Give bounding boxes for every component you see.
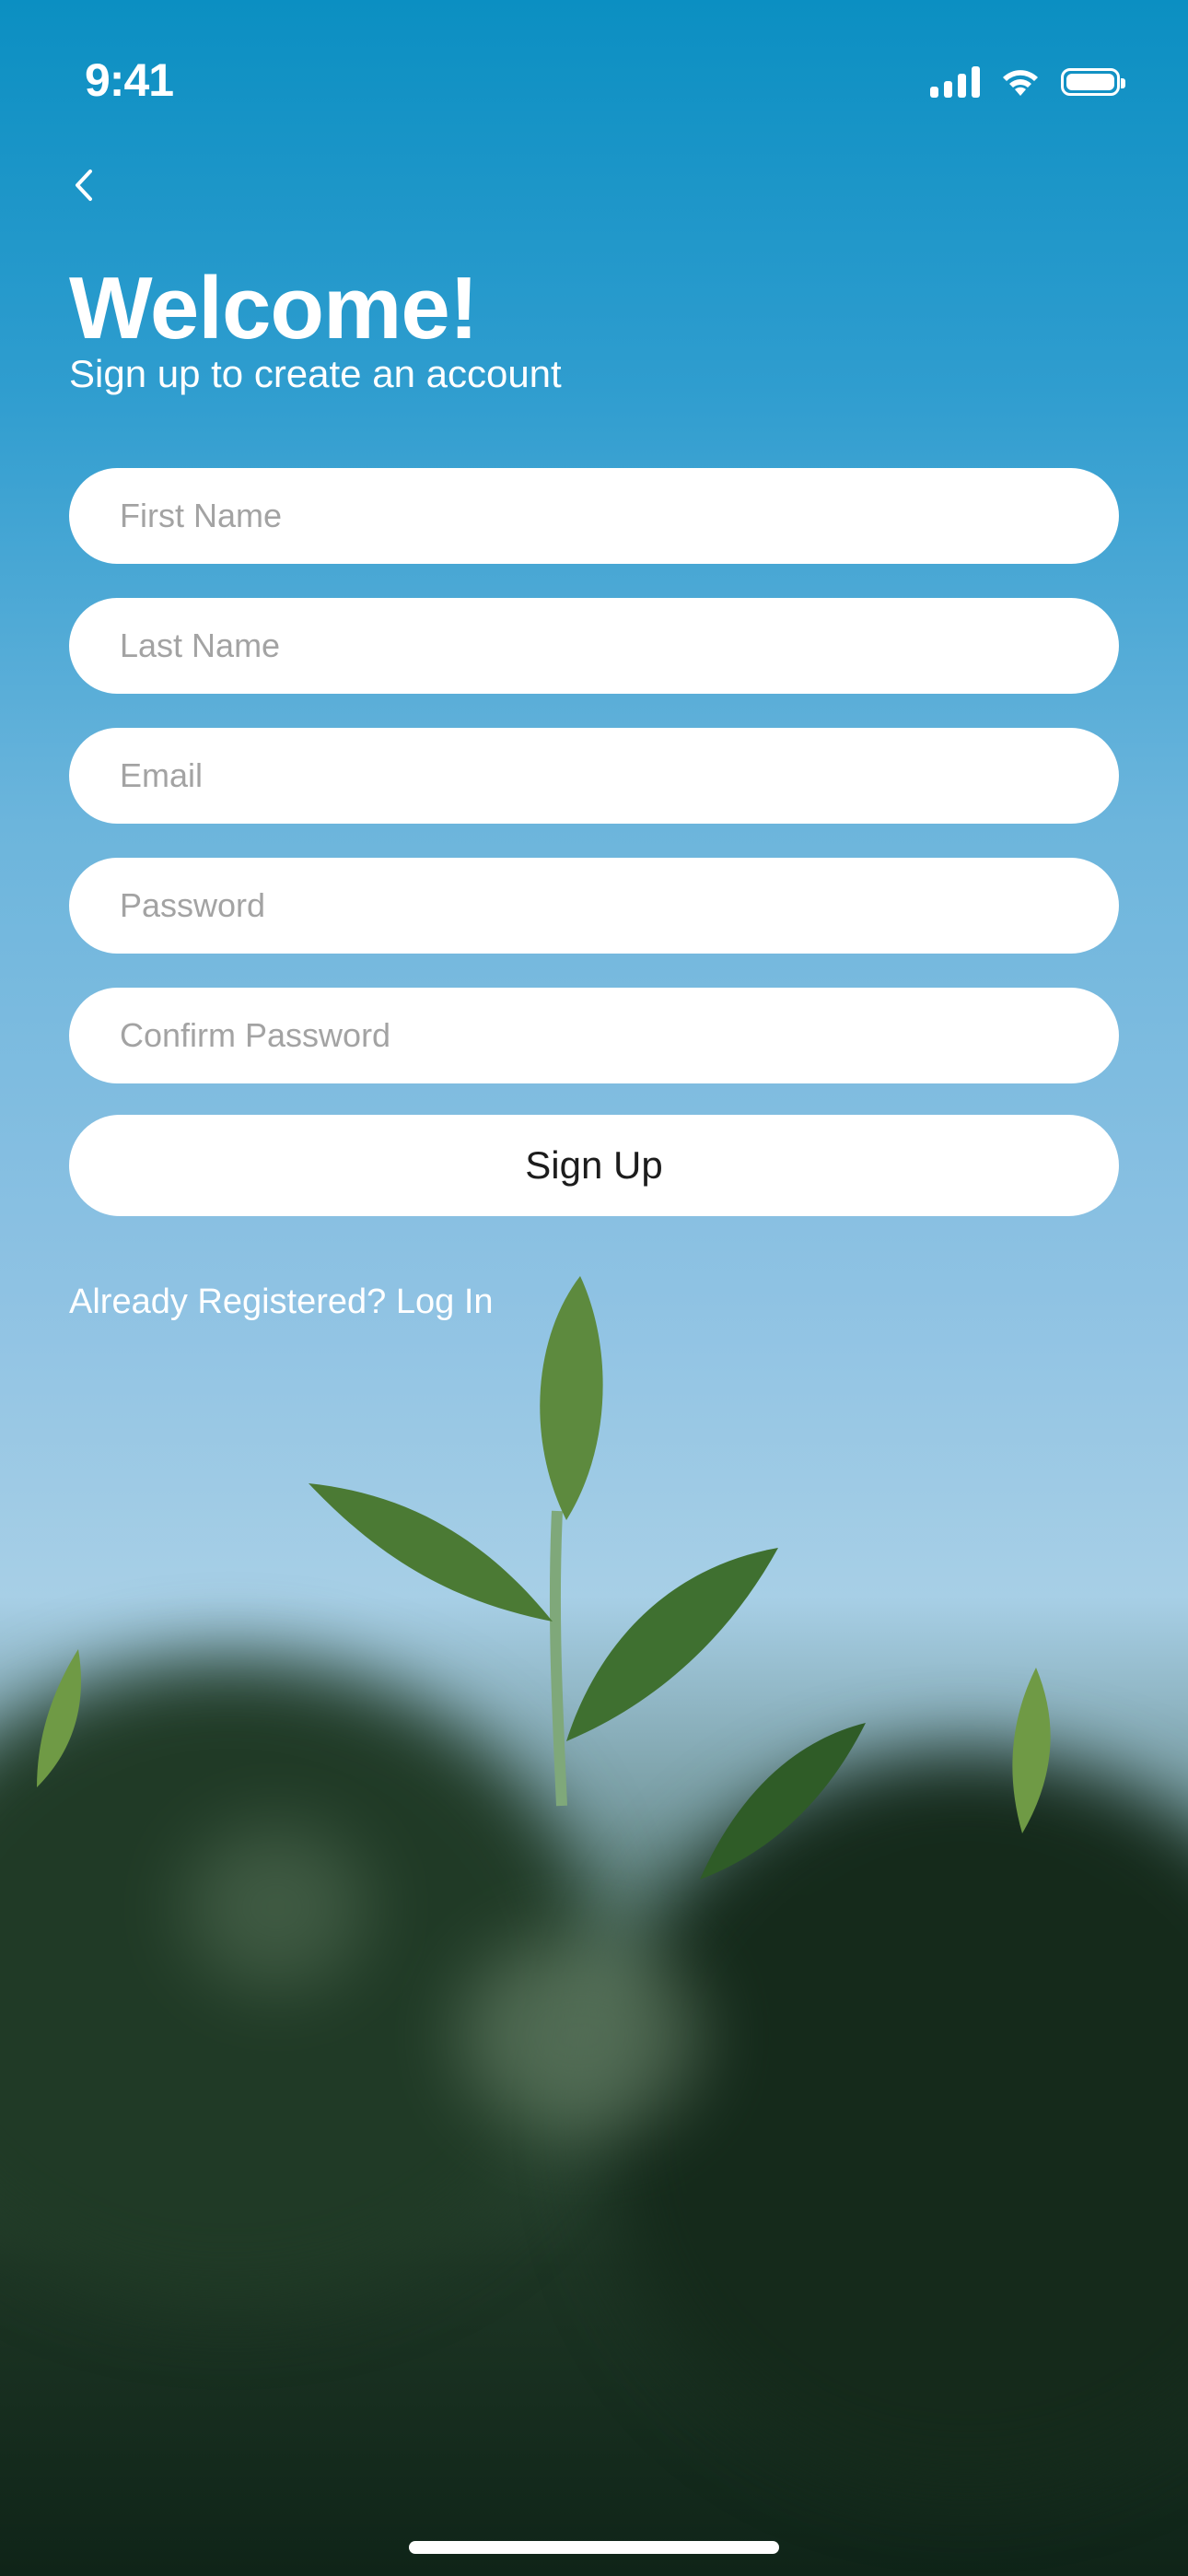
last-name-field[interactable] — [69, 598, 1119, 694]
confirm-password-field[interactable] — [69, 988, 1119, 1083]
battery-level — [1066, 74, 1114, 90]
password-field[interactable] — [69, 858, 1119, 954]
email-field[interactable] — [69, 728, 1119, 824]
wifi-icon — [1003, 70, 1038, 96]
page-subtitle: Sign up to create an account — [69, 352, 562, 395]
status-time: 9:41 — [85, 54, 174, 106]
status-icons — [930, 66, 1125, 98]
page-title: Welcome! — [69, 259, 479, 357]
back-button[interactable] — [66, 162, 103, 208]
login-link[interactable]: Already Registered? Log In — [69, 1282, 494, 1322]
battery-icon — [1061, 68, 1125, 96]
signup-screen: 9:41 Welcome! Sign up to create an accou… — [0, 0, 1188, 2576]
first-name-field[interactable] — [69, 468, 1119, 564]
chevron-left-icon — [76, 170, 92, 201]
cellular-signal-icon — [930, 66, 980, 98]
home-indicator[interactable] — [409, 2541, 779, 2554]
sign-up-button[interactable]: Sign Up — [69, 1115, 1119, 1216]
